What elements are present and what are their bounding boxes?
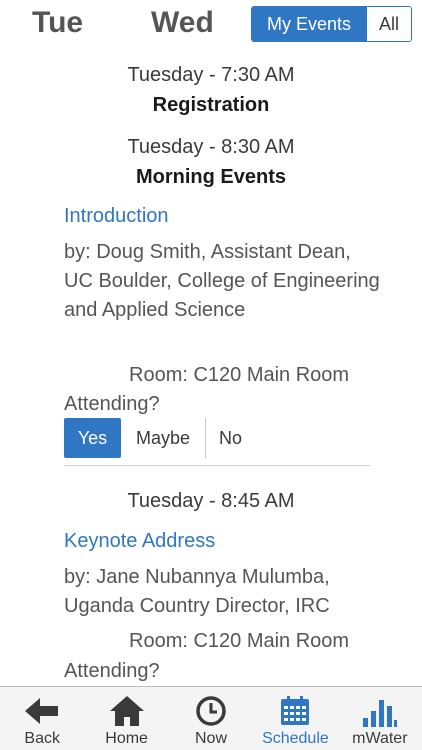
attending-label: Attending? (64, 660, 160, 682)
tab-label: Home (105, 730, 148, 747)
tab-back[interactable]: Back (0, 687, 84, 750)
attending-label: Attending? (64, 393, 160, 415)
tab-label: Back (24, 730, 60, 747)
bottom-tab-bar: Back Home Now Schedule mWater (0, 686, 422, 750)
tab-label: Schedule (262, 730, 329, 747)
rsvp-maybe-button[interactable]: Maybe (121, 418, 205, 458)
schedule-list[interactable]: Tuesday - 7:30 AM Registration Tuesday -… (0, 56, 422, 686)
tab-label: Now (195, 730, 228, 747)
rsvp-no-button[interactable]: No (205, 418, 255, 458)
section-title: Registration (152, 94, 270, 116)
day-tab-wednesday[interactable]: Wed (151, 6, 214, 40)
bar-chart-icon (362, 692, 398, 730)
tab-label: mWater (352, 730, 408, 747)
tab-now[interactable]: Now (169, 687, 253, 750)
rsvp-yes-button[interactable]: Yes (64, 418, 121, 458)
event-room-text: Room: C120 Main Room (129, 364, 350, 386)
filter-all-button[interactable]: All (366, 7, 411, 41)
filter-my-events-button[interactable]: My Events (252, 7, 366, 41)
event-room-text: Room: C120 Main Room (129, 630, 350, 652)
time-slot-label: Tuesday - 8:45 AM (127, 490, 295, 512)
event-speaker-text: by: Doug Smith, Assistant Dean, UC Bould… (64, 241, 380, 321)
rsvp-segmented-control: Yes Maybe No (64, 418, 255, 458)
tab-mwater[interactable]: mWater (338, 687, 422, 750)
day-header: Tue Wed My Events All (0, 0, 422, 56)
events-filter-segmented-control: My Events All (251, 6, 412, 42)
clock-icon (195, 692, 227, 730)
event-title-link[interactable]: Introduction (64, 205, 169, 228)
tab-home[interactable]: Home (84, 687, 168, 750)
event-speaker-text: by: Jane Nubannya Mulumba, Uganda Countr… (64, 566, 330, 617)
tab-schedule[interactable]: Schedule (253, 687, 337, 750)
home-icon (109, 692, 144, 730)
event-title-link[interactable]: Keynote Address (64, 530, 215, 553)
day-tab-tuesday[interactable]: Tue (32, 6, 83, 40)
arrow-left-icon (25, 692, 59, 730)
time-slot-label: Tuesday - 8:30 AM (127, 136, 295, 158)
calendar-icon (279, 692, 311, 730)
event-divider (64, 465, 370, 466)
section-title: Morning Events (135, 166, 286, 188)
time-slot-label: Tuesday - 7:30 AM (127, 64, 295, 86)
